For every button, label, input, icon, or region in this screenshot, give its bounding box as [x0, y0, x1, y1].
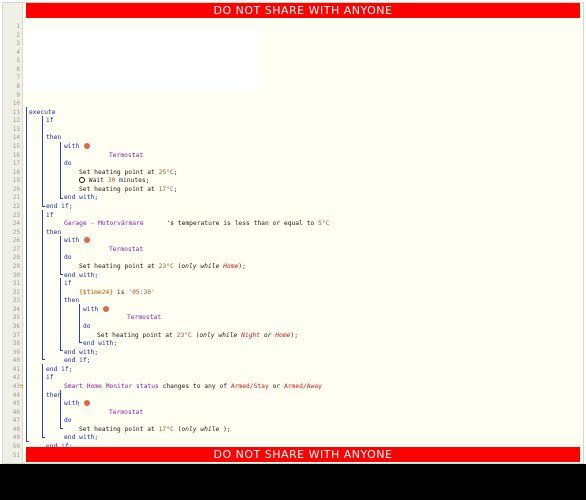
- condition-text: 's temperature is less than or equal to: [166, 220, 315, 228]
- line-number: 51: [12, 451, 20, 459]
- keyword: with: [83, 305, 99, 313]
- temperature-value: 17°C: [158, 185, 174, 193]
- mode-armed-stay: Armed/Stay: [230, 382, 269, 390]
- keyword: if: [46, 374, 54, 382]
- keyword: with: [64, 400, 80, 408]
- temperature-value: 23°C: [176, 331, 192, 339]
- temperature-value: 17°C: [158, 425, 174, 433]
- action-text: Wait: [88, 177, 104, 185]
- operator: is: [116, 288, 125, 296]
- operator: or: [263, 331, 272, 339]
- keyword: do: [64, 417, 72, 425]
- device-name: Garage - Motorvärmare: [64, 220, 144, 228]
- keyword: end with;: [64, 194, 99, 202]
- action-text: Set heating point at: [79, 185, 155, 193]
- code-editor[interactable]: 1 2 3 4 5 6 7 8 9 10 11 execute 12 if 13 14 then 15 with 1…: [2, 2, 584, 464]
- warning-banner-bottom: DO NOT SHARE WITH ANYONE: [26, 447, 580, 462]
- gear-icon[interactable]: [83, 400, 90, 407]
- condition-text: changes to any of: [162, 382, 228, 390]
- device-name: Smart Home Monitor status: [64, 382, 159, 390]
- keyword: do: [83, 322, 91, 330]
- action-text: Set heating point at: [79, 425, 155, 433]
- mode-home: Home: [275, 331, 291, 339]
- action-text: Set heating point at: [97, 331, 173, 339]
- keyword: end if;: [46, 202, 73, 210]
- keyword: then: [46, 391, 62, 399]
- gear-icon[interactable]: [83, 237, 90, 244]
- keyword: then: [64, 297, 80, 305]
- restriction-text: only while: [181, 262, 220, 270]
- keyword: then: [46, 228, 62, 236]
- mode-armed-away: Armed/Away: [283, 382, 322, 390]
- temperature-value: 23°C: [158, 262, 174, 270]
- keyword: end with;: [64, 348, 99, 356]
- keyword: end with;: [64, 434, 99, 442]
- keyword: do: [64, 254, 72, 262]
- keyword: if: [46, 117, 54, 125]
- keyword: end if;: [46, 365, 73, 373]
- condition-value: 5°C: [318, 220, 330, 228]
- action-text: Set heating point at: [79, 262, 155, 270]
- restriction-text: only while: [181, 425, 220, 433]
- wait-unit: minutes;: [119, 177, 150, 185]
- keyword: with: [64, 142, 80, 150]
- keyword: end with;: [83, 340, 118, 348]
- keyword: execute: [29, 108, 56, 116]
- device-name: Termostat: [109, 151, 144, 159]
- keyword: do: [64, 160, 72, 168]
- bottom-black-bar: [0, 464, 586, 500]
- device-name: Termostat: [109, 408, 144, 416]
- time-value: '05:30': [128, 288, 155, 296]
- mode-home: Home: [223, 262, 239, 270]
- device-name: Termostat: [109, 245, 144, 253]
- restriction-text: only while: [199, 331, 238, 339]
- keyword: end with;: [64, 271, 99, 279]
- action-text: Set heating point at: [79, 168, 155, 176]
- keyword: if: [64, 280, 72, 288]
- keyword: with: [64, 237, 80, 245]
- clock-icon: [79, 177, 85, 184]
- keyword: if: [46, 211, 54, 219]
- keyword: then: [46, 134, 62, 142]
- mode-night: Night: [241, 331, 261, 339]
- keyword: end if;: [64, 357, 91, 365]
- gear-icon[interactable]: [102, 305, 109, 312]
- temperature-value: 25°C: [158, 168, 174, 176]
- warning-banner-top: DO NOT SHARE WITH ANYONE: [26, 3, 580, 18]
- screenshot-frame: 1 2 3 4 5 6 7 8 9 10 11 execute 12 if 13 14 then 15 with 1…: [0, 0, 586, 500]
- wait-value: 30: [107, 177, 116, 185]
- operator: or: [272, 382, 281, 390]
- device-name: Termostat: [127, 314, 162, 322]
- time-variable: {$time24}: [79, 288, 114, 296]
- gear-icon[interactable]: [83, 142, 90, 149]
